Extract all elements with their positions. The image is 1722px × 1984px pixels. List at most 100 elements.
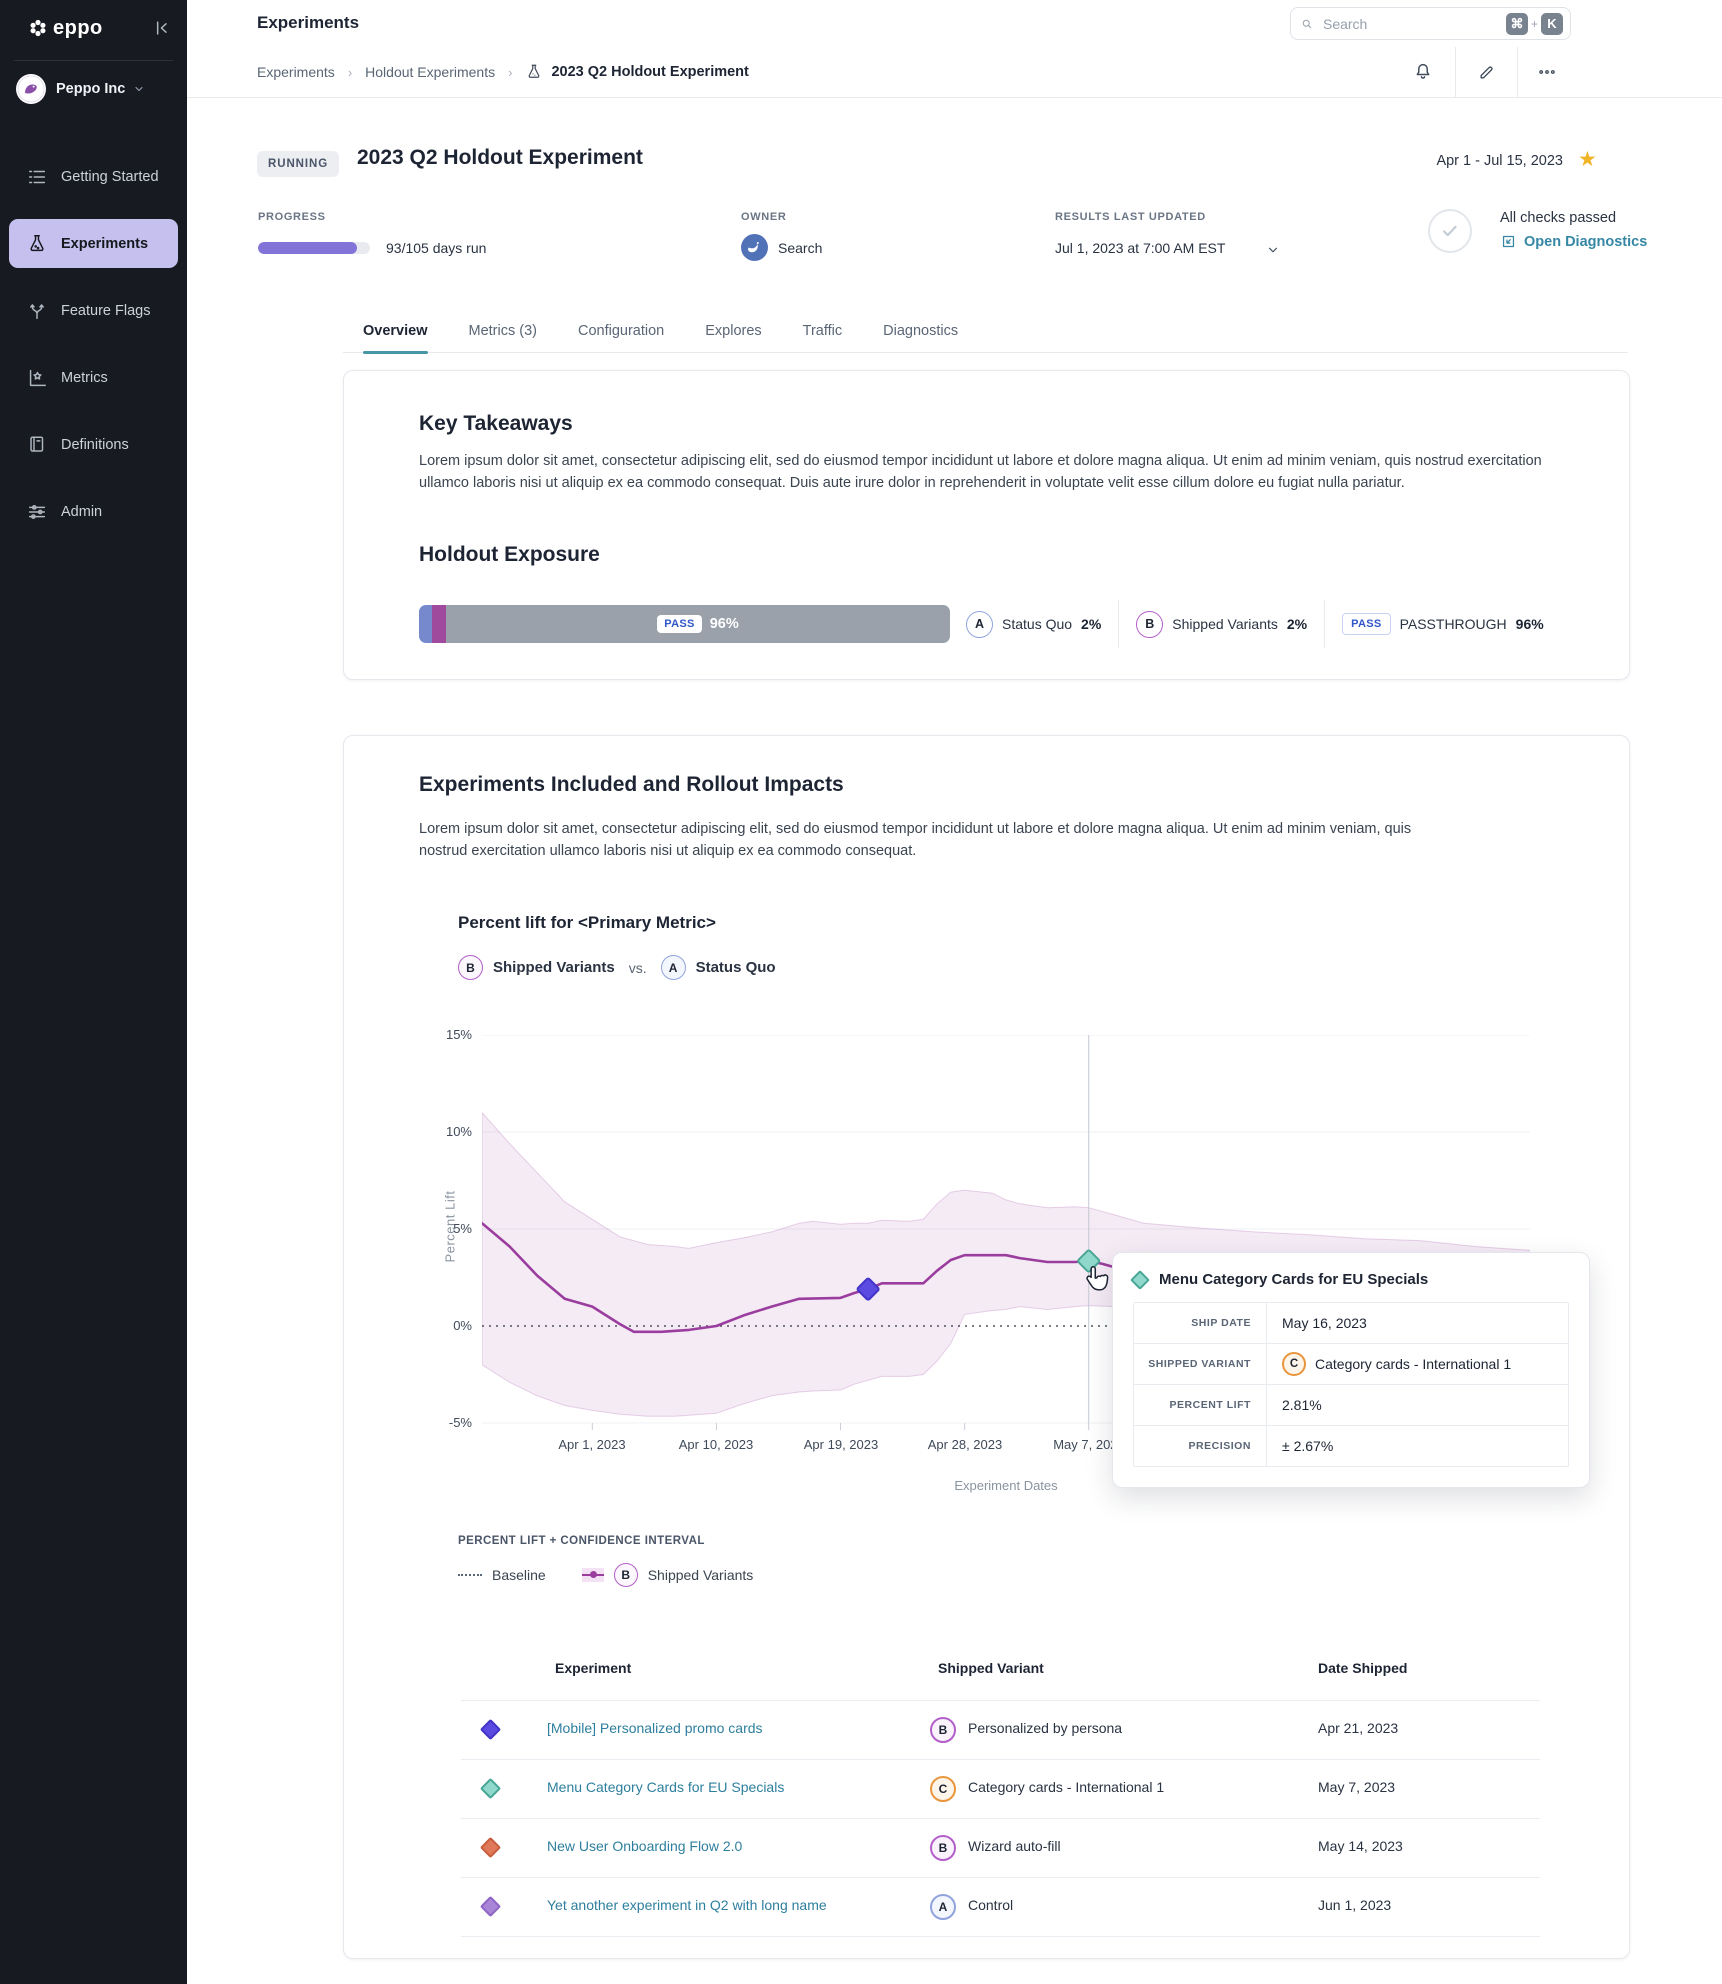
owner-name: Search	[778, 240, 822, 256]
tab-metrics[interactable]: Metrics (3)	[469, 309, 537, 353]
checks-passed-icon	[1428, 209, 1472, 253]
tooltip-table: SHIP DATE May 16, 2023 SHIPPED VARIANT C…	[1133, 1302, 1569, 1467]
x-tick-label: Apr 10, 2023	[646, 1437, 786, 1452]
tooltip-row-value: 2.81%	[1267, 1397, 1322, 1413]
experiment-link[interactable]: Menu Category Cards for EU Specials	[547, 1779, 784, 1795]
tooltip-row-value: May 16, 2023	[1267, 1315, 1367, 1331]
sidebar-item-experiments[interactable]: Experiments	[9, 219, 178, 268]
variant-b-badge: B	[614, 1563, 638, 1587]
open-diagnostics-icon	[1500, 233, 1517, 250]
sidebar-item-getting-started[interactable]: Getting Started	[9, 152, 178, 201]
progress-bar-fill	[258, 242, 357, 254]
table-row[interactable]: Menu Category Cards for EU Specials C Ca…	[461, 1760, 1540, 1818]
favorite-star-icon[interactable]: ★	[1578, 147, 1597, 172]
eppo-flower-icon	[28, 18, 48, 38]
tab-traffic[interactable]: Traffic	[803, 309, 842, 353]
open-diagnostics-link[interactable]: Open Diagnostics	[1500, 233, 1647, 250]
list-icon	[26, 166, 48, 188]
sidebar-item-label: Admin	[61, 504, 102, 520]
date-shipped: May 14, 2023	[1318, 1838, 1403, 1854]
table-row[interactable]: [Mobile] Personalized promo cards B Pers…	[461, 1701, 1540, 1759]
legend-value: 2%	[1081, 616, 1101, 632]
variant-b-badge: B	[458, 955, 483, 980]
search-shortcut: ⌘ + K	[1506, 13, 1563, 35]
sidebar-item-definitions[interactable]: Definitions	[9, 420, 178, 469]
sidebar-item-label: Experiments	[61, 236, 148, 252]
experiment-diamond-icon	[1130, 1270, 1150, 1290]
more-actions-button[interactable]	[1534, 59, 1560, 85]
sidebar: eppo Peppo Inc Getting Started	[0, 0, 187, 1984]
experiment-link[interactable]: [Mobile] Personalized promo cards	[547, 1720, 763, 1736]
chart-star-icon	[26, 367, 48, 389]
tooltip-row: PERCENT LIFT 2.81%	[1134, 1384, 1568, 1425]
chart-title: Percent lift for <Primary Metric>	[458, 913, 716, 933]
table-row[interactable]: New User Onboarding Flow 2.0 B Wizard au…	[461, 1819, 1540, 1877]
rollout-impacts-title: Experiments Included and Rollout Impacts	[419, 773, 844, 797]
experiment-link[interactable]: New User Onboarding Flow 2.0	[547, 1838, 742, 1854]
tooltip-row-value: ± 2.67%	[1267, 1438, 1333, 1454]
tooltip-row-label: SHIPPED VARIANT	[1134, 1344, 1267, 1384]
tab-configuration[interactable]: Configuration	[578, 309, 664, 353]
experiment-diamond-icon	[480, 1837, 501, 1858]
sidebar-item-admin[interactable]: Admin	[9, 487, 178, 536]
owner-label: OWNER	[741, 211, 786, 223]
shortcut-plus: +	[1531, 17, 1538, 31]
variant-c-badge: C	[1282, 1352, 1306, 1376]
experiment-diamond-icon	[480, 1778, 501, 1799]
date-range: Apr 1 - Jul 15, 2023	[1413, 153, 1563, 169]
legend-label: PASSTHROUGH	[1400, 616, 1507, 632]
date-shipped: Jun 1, 2023	[1318, 1897, 1391, 1913]
tooltip-row: PRECISION ± 2.67%	[1134, 1425, 1568, 1466]
variant-a-badge: A	[966, 611, 993, 638]
x-tick-label: Apr 28, 2023	[895, 1437, 1035, 1452]
breadcrumb-current: 2023 Q2 Holdout Experiment	[525, 63, 748, 81]
flask-icon	[525, 63, 543, 81]
edit-button[interactable]	[1474, 59, 1500, 85]
experiment-link[interactable]: Yet another experiment in Q2 with long n…	[547, 1897, 827, 1913]
column-header-experiment: Experiment	[555, 1660, 631, 1676]
tab-diagnostics[interactable]: Diagnostics	[883, 309, 958, 353]
ci-series-label: Shipped Variants	[648, 1567, 754, 1583]
search-input[interactable]	[1321, 15, 1506, 33]
variant-b-badge: B	[930, 1835, 956, 1861]
results-updated-chevron-down-icon[interactable]	[1266, 243, 1280, 257]
progress-label: PROGRESS	[258, 211, 326, 223]
workspace-chevron-down-icon	[133, 83, 145, 95]
variant-c-badge: C	[930, 1776, 956, 1802]
owner-avatar	[741, 234, 768, 261]
page-title: Experiments	[257, 13, 359, 33]
sidebar-item-metrics[interactable]: Metrics	[9, 353, 178, 402]
tooltip-row: SHIP DATE May 16, 2023	[1134, 1303, 1568, 1343]
variant-name: Personalized by persona	[968, 1720, 1122, 1736]
exposure-segment-passthrough: PASS 96%	[446, 605, 950, 643]
y-tick-label: 5%	[380, 1221, 472, 1236]
sidebar-collapse-icon[interactable]	[151, 18, 171, 38]
variant-a-badge: A	[661, 955, 686, 980]
checks-passed-text: All checks passed	[1500, 210, 1616, 226]
table-divider	[461, 1936, 1540, 1937]
variant-a-badge: A	[930, 1894, 956, 1920]
split-branch-icon	[26, 300, 48, 322]
tab-overview[interactable]: Overview	[363, 309, 428, 353]
global-search[interactable]: ⌘ + K	[1290, 7, 1571, 40]
breadcrumb: Experiments › Holdout Experiments › 2023…	[257, 47, 749, 97]
k-key-badge: K	[1541, 13, 1563, 35]
workspace-switcher[interactable]: Peppo Inc	[0, 72, 187, 106]
legend-divider	[1118, 600, 1119, 648]
baseline-dotted-swatch	[458, 1574, 482, 1576]
legend-value: 96%	[1516, 616, 1544, 632]
sidebar-item-feature-flags[interactable]: Feature Flags	[9, 286, 178, 335]
y-tick-label: 15%	[380, 1027, 472, 1042]
table-row[interactable]: Yet another experiment in Q2 with long n…	[461, 1878, 1540, 1936]
legend-value: 2%	[1287, 616, 1307, 632]
holdout-exposure-title: Holdout Exposure	[419, 543, 600, 567]
search-icon	[1301, 16, 1313, 32]
cmd-key-badge: ⌘	[1506, 13, 1528, 35]
legend-passthrough: PASS PASSTHROUGH 96%	[1342, 613, 1544, 635]
breadcrumb-experiments[interactable]: Experiments	[257, 64, 335, 80]
breadcrumb-holdout-experiments[interactable]: Holdout Experiments	[365, 64, 495, 80]
column-header-shipped-variant: Shipped Variant	[938, 1660, 1044, 1676]
sidebar-item-label: Definitions	[61, 437, 129, 453]
tab-explores[interactable]: Explores	[705, 309, 761, 353]
notifications-button[interactable]	[1410, 59, 1436, 85]
